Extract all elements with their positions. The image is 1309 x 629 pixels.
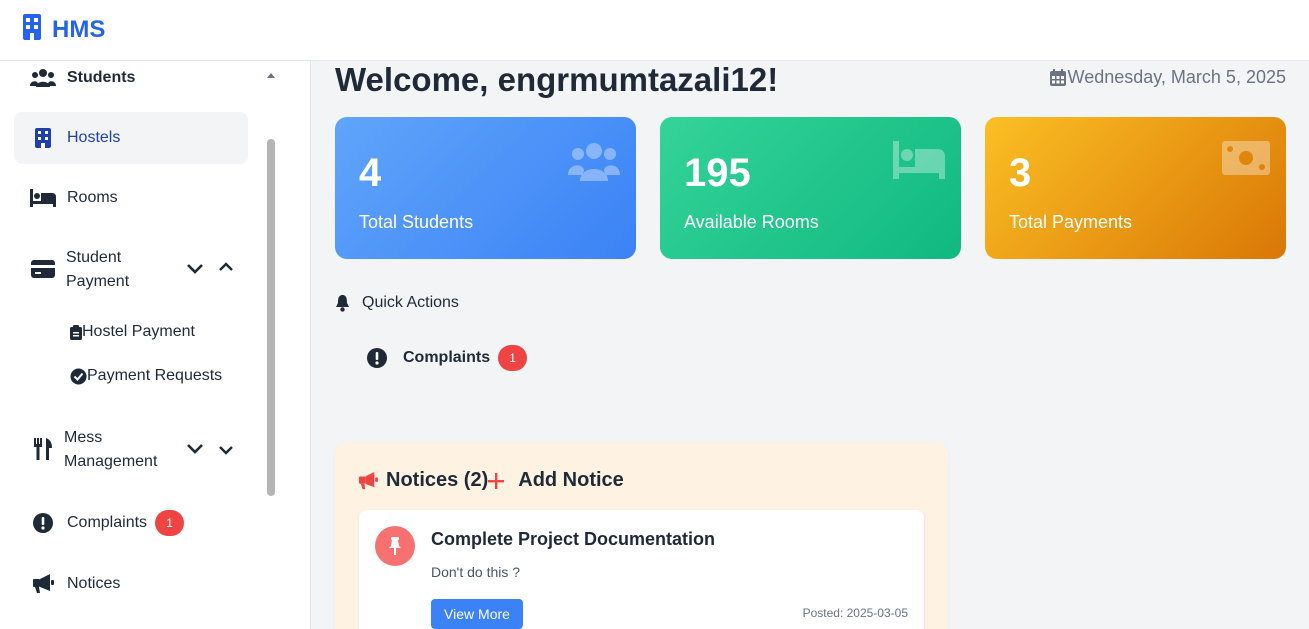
sidebar: Students Hostels Rooms Student Payment H… (0, 61, 264, 629)
stat-label: Available Rooms (684, 212, 819, 232)
current-date: Wednesday, March 5, 2025 (1049, 67, 1286, 88)
money-bill-icon (1222, 141, 1270, 180)
utensils-icon (30, 436, 56, 462)
sidebar-item-label: Rooms (67, 189, 118, 206)
check-circle-icon (70, 368, 87, 385)
bullhorn-icon (30, 571, 56, 597)
complaints-badge: 1 (155, 510, 185, 536)
view-more-button[interactable]: View More (431, 599, 523, 629)
sidebar-item-label: Notices (67, 575, 121, 592)
chevron-down-small-icon[interactable] (218, 443, 234, 459)
sidebar-item-students[interactable]: Students (14, 61, 248, 95)
sidebar-item-rooms[interactable]: Rooms (14, 172, 248, 224)
stat-value: 3 (1009, 151, 1032, 195)
sidebar-item-complaints[interactable]: Complaints 1 (14, 497, 248, 549)
stat-label: Total Students (359, 212, 474, 232)
bed-icon (893, 141, 945, 184)
quick-actions-title: Quick Actions (362, 294, 459, 311)
add-notice-button[interactable]: Add Notice (488, 469, 624, 492)
sidebar-item-student-payment[interactable]: Student Payment (14, 243, 248, 295)
sidebar-item-hostels[interactable]: Hostels (14, 112, 248, 164)
sidebar-item-label: Complaints (67, 514, 148, 531)
sidebar-item-label: Students (67, 69, 136, 86)
sub-item-payment-requests[interactable]: Payment Requests (70, 367, 222, 385)
chevron-down-icon[interactable] (186, 442, 203, 458)
brand-logo[interactable]: HMS (22, 14, 105, 45)
quick-actions-heading: Quick Actions (335, 294, 459, 312)
sidebar-item-label-line1: Mess (64, 429, 103, 446)
notice-body: Don't do this ? (431, 564, 521, 580)
users-icon (568, 141, 620, 188)
sub-item-label: Payment Requests (87, 367, 223, 384)
notice-card: Complete Project Documentation Don't do … (359, 510, 924, 629)
add-notice-label: Add Notice (518, 469, 624, 491)
date-text: Wednesday, March 5, 2025 (1067, 67, 1286, 87)
notice-posted-date: Posted: 2025-03-05 (802, 606, 908, 620)
quick-action-label: Complaints (403, 349, 491, 366)
sidebar-item-label: Hostels (67, 129, 121, 146)
notices-title: Notices (2) (386, 469, 489, 491)
building-icon (22, 14, 42, 45)
sub-item-hostel-payment[interactable]: Hostel Payment (70, 323, 195, 341)
clipboard-icon (70, 324, 82, 340)
bed-icon (30, 185, 56, 211)
stat-card-students[interactable]: 4 Total Students (335, 117, 636, 259)
sub-item-label: Hostel Payment (82, 323, 195, 340)
chevron-up-icon[interactable] (218, 260, 234, 276)
sidebar-item-mess-management[interactable]: Mess Management (14, 423, 248, 475)
scroll-up-arrow[interactable] (265, 67, 277, 78)
brand-name: HMS (52, 15, 106, 43)
sidebar-item-label-line2: Management (64, 453, 158, 470)
sidebar-item-label-line1: Student (66, 249, 122, 266)
sidebar-item-label-line2: Payment (66, 273, 130, 290)
building-icon (30, 125, 56, 151)
quick-action-complaints[interactable]: Complaints 1 (367, 345, 528, 371)
quick-action-badge: 1 (498, 345, 528, 371)
credit-card-icon (30, 256, 56, 282)
notice-title: Complete Project Documentation (431, 529, 716, 549)
bell-icon (335, 294, 350, 312)
sidebar-scrollbar[interactable] (267, 139, 275, 496)
thumbtack-icon (375, 526, 415, 566)
sidebar-item-notices[interactable]: Notices (14, 558, 248, 610)
main-content: Welcome, engrmumtazali12! Wednesday, Mar… (311, 61, 1309, 629)
chevron-down-icon[interactable] (186, 262, 203, 278)
stat-label: Total Payments (1009, 212, 1133, 232)
top-bar: HMS (0, 0, 1309, 61)
users-icon (30, 65, 56, 91)
notices-panel: Notices (2) Add Notice Complete Project … (335, 442, 948, 629)
stat-value: 4 (359, 151, 382, 195)
exclamation-circle-icon (30, 510, 56, 536)
exclamation-circle-icon (367, 348, 387, 368)
stat-card-payments[interactable]: 3 Total Payments (985, 117, 1286, 259)
bullhorn-icon (358, 471, 378, 490)
calendar-icon (1049, 69, 1066, 86)
stat-card-rooms[interactable]: 195 Available Rooms (660, 117, 961, 259)
page-title: Welcome, engrmumtazali12! (335, 61, 779, 98)
plus-icon (488, 472, 505, 489)
stat-value: 195 (684, 151, 751, 195)
